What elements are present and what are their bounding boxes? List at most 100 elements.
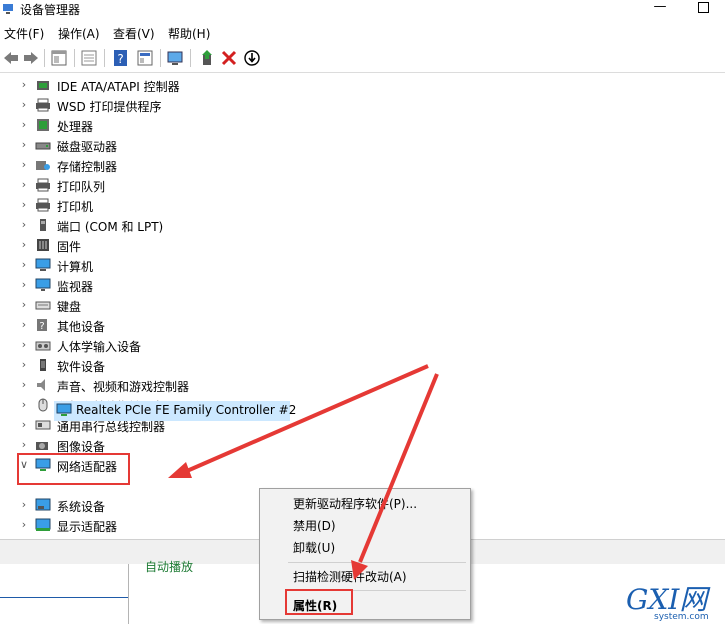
tree-node-label: 磁盘驱动器 (57, 140, 118, 154)
tree-node[interactable]: › 处理器 (0, 116, 560, 136)
tree-node[interactable]: › 计算机 (0, 256, 560, 276)
expand-chevron-icon[interactable]: › (18, 218, 30, 232)
tree-node-label: 计算机 (57, 260, 94, 274)
tree-node[interactable]: › IDE ATA/ATAPI 控制器 (0, 76, 560, 96)
details-icon[interactable] (136, 49, 154, 67)
tree-node-label: 系统设备 (57, 500, 106, 514)
back-arrow-icon[interactable] (2, 49, 20, 67)
background-divider (0, 597, 128, 598)
tree-node-label: 人体学输入设备 (57, 340, 142, 354)
menu-action[interactable]: 操作(A) (58, 25, 100, 42)
help-icon[interactable]: ? (112, 49, 130, 67)
background-autoplay-label: 自动播放 (145, 560, 194, 574)
port-icon (40, 219, 46, 231)
minimize-button[interactable]: — (651, 0, 669, 18)
tree-node[interactable]: › WSD 打印提供程序 (0, 96, 560, 116)
tree-node[interactable]: › 键盘 (0, 296, 560, 316)
system-device-icon (35, 498, 51, 511)
expand-chevron-icon[interactable]: › (18, 158, 30, 172)
usb-icon (35, 420, 51, 430)
keyboard-icon (35, 301, 51, 310)
background-left-pane (0, 564, 129, 624)
list-icon[interactable] (80, 49, 98, 67)
watermark-sub: system.com (654, 612, 709, 622)
processor-icon (37, 119, 49, 131)
menu-view[interactable]: 查看(V) (113, 25, 155, 42)
forward-arrow-icon[interactable] (22, 49, 40, 67)
software-device-icon (40, 359, 46, 371)
tree-node-label: 存储控制器 (57, 160, 118, 174)
maximize-button[interactable] (696, 0, 712, 16)
expand-chevron-icon[interactable]: › (18, 238, 30, 252)
title-bar: 设备管理器 — (0, 0, 725, 20)
expand-chevron-icon[interactable]: › (18, 278, 30, 292)
menu-uninstall[interactable]: 卸载(U) (293, 539, 335, 556)
svg-text:?: ? (39, 321, 44, 332)
tree-node-label: 端口 (COM 和 LPT) (57, 220, 164, 234)
expand-chevron-icon[interactable]: › (18, 98, 30, 112)
expand-chevron-icon[interactable]: › (18, 178, 30, 192)
device-manager-icon (3, 4, 13, 14)
tree-node[interactable]: › 监视器 (0, 276, 560, 296)
tree-node-label: 显示适配器 (57, 520, 118, 534)
properties-window-icon[interactable] (50, 49, 68, 67)
tree-node[interactable]: › 声音、视频和游戏控制器 (0, 376, 560, 396)
maximize-icon (698, 2, 709, 13)
download-circle-icon[interactable] (243, 49, 261, 67)
annotation-box-network (17, 453, 130, 485)
expand-chevron-icon[interactable]: › (18, 358, 30, 372)
update-driver-icon[interactable] (198, 49, 216, 67)
tree-node[interactable]: › 存储控制器 (0, 156, 560, 176)
expand-chevron-icon[interactable]: › (18, 198, 30, 212)
toolbar-separator (104, 49, 105, 67)
computer-icon (35, 258, 51, 271)
expand-chevron-icon[interactable]: › (18, 138, 30, 152)
toolbar-separator (74, 49, 75, 67)
tree-node-label: WSD 打印提供程序 (57, 100, 162, 114)
menu-scan-hardware[interactable]: 扫描检测硬件改动(A) (293, 568, 407, 585)
expand-chevron-icon[interactable]: › (18, 438, 30, 452)
expand-chevron-icon[interactable]: › (18, 498, 30, 512)
tree-node[interactable]: › 软件设备 (0, 356, 560, 376)
menu-update-driver[interactable]: 更新驱动程序软件(P)... (293, 495, 417, 512)
toolbar-separator (190, 49, 191, 67)
expand-chevron-icon[interactable]: › (18, 338, 30, 352)
toolbar-separator (160, 49, 161, 67)
menu-help[interactable]: 帮助(H) (168, 25, 210, 42)
hid-icon (35, 341, 51, 351)
menu-disable[interactable]: 禁用(D) (293, 517, 336, 534)
tree-node[interactable]: › 打印队列 (0, 176, 560, 196)
ide-controller-icon (37, 81, 49, 90)
tree-node[interactable]: › 打印机 (0, 196, 560, 216)
printer-icon (36, 198, 50, 212)
menu-separator (288, 562, 466, 563)
monitor-icon (35, 278, 51, 291)
tree-node-label: 固件 (57, 240, 82, 254)
expand-chevron-icon[interactable]: › (18, 298, 30, 312)
expand-chevron-icon[interactable]: › (18, 118, 30, 132)
expand-chevron-icon[interactable]: › (18, 318, 30, 332)
tree-node[interactable]: › 端口 (COM 和 LPT) (0, 216, 560, 236)
tree-node-label: 键盘 (57, 300, 82, 314)
menu-file[interactable]: 文件(F) (4, 25, 44, 42)
uninstall-x-icon[interactable] (220, 49, 238, 67)
expand-chevron-icon[interactable]: › (18, 518, 30, 532)
network-adapter-icon (56, 403, 72, 416)
expand-chevron-icon[interactable]: › (18, 418, 30, 432)
tree-node-label: 打印队列 (57, 180, 106, 194)
tree-node[interactable]: › 固件 (0, 236, 560, 256)
tree-node-label: IDE ATA/ATAPI 控制器 (57, 80, 180, 94)
tree-node-label: 处理器 (57, 120, 94, 134)
expand-chevron-icon[interactable]: › (18, 78, 30, 92)
expand-chevron-icon[interactable]: › (18, 258, 30, 272)
network-adapter-realtek[interactable]: Realtek PCIe FE Family Controller #2 (54, 401, 296, 421)
tree-node[interactable]: ›? 其他设备 (0, 316, 560, 336)
unknown-device-icon: ? (37, 319, 47, 332)
network-adapter-label: Realtek PCIe FE Family Controller #2 (76, 403, 297, 417)
tree-node[interactable]: › 人体学输入设备 (0, 336, 560, 356)
toolbar: ? (0, 44, 725, 73)
monitor-scan-icon[interactable] (166, 49, 184, 67)
tree-node[interactable]: › 磁盘驱动器 (0, 136, 560, 156)
expand-chevron-icon[interactable]: › (18, 398, 30, 412)
expand-chevron-icon[interactable]: › (18, 378, 30, 392)
